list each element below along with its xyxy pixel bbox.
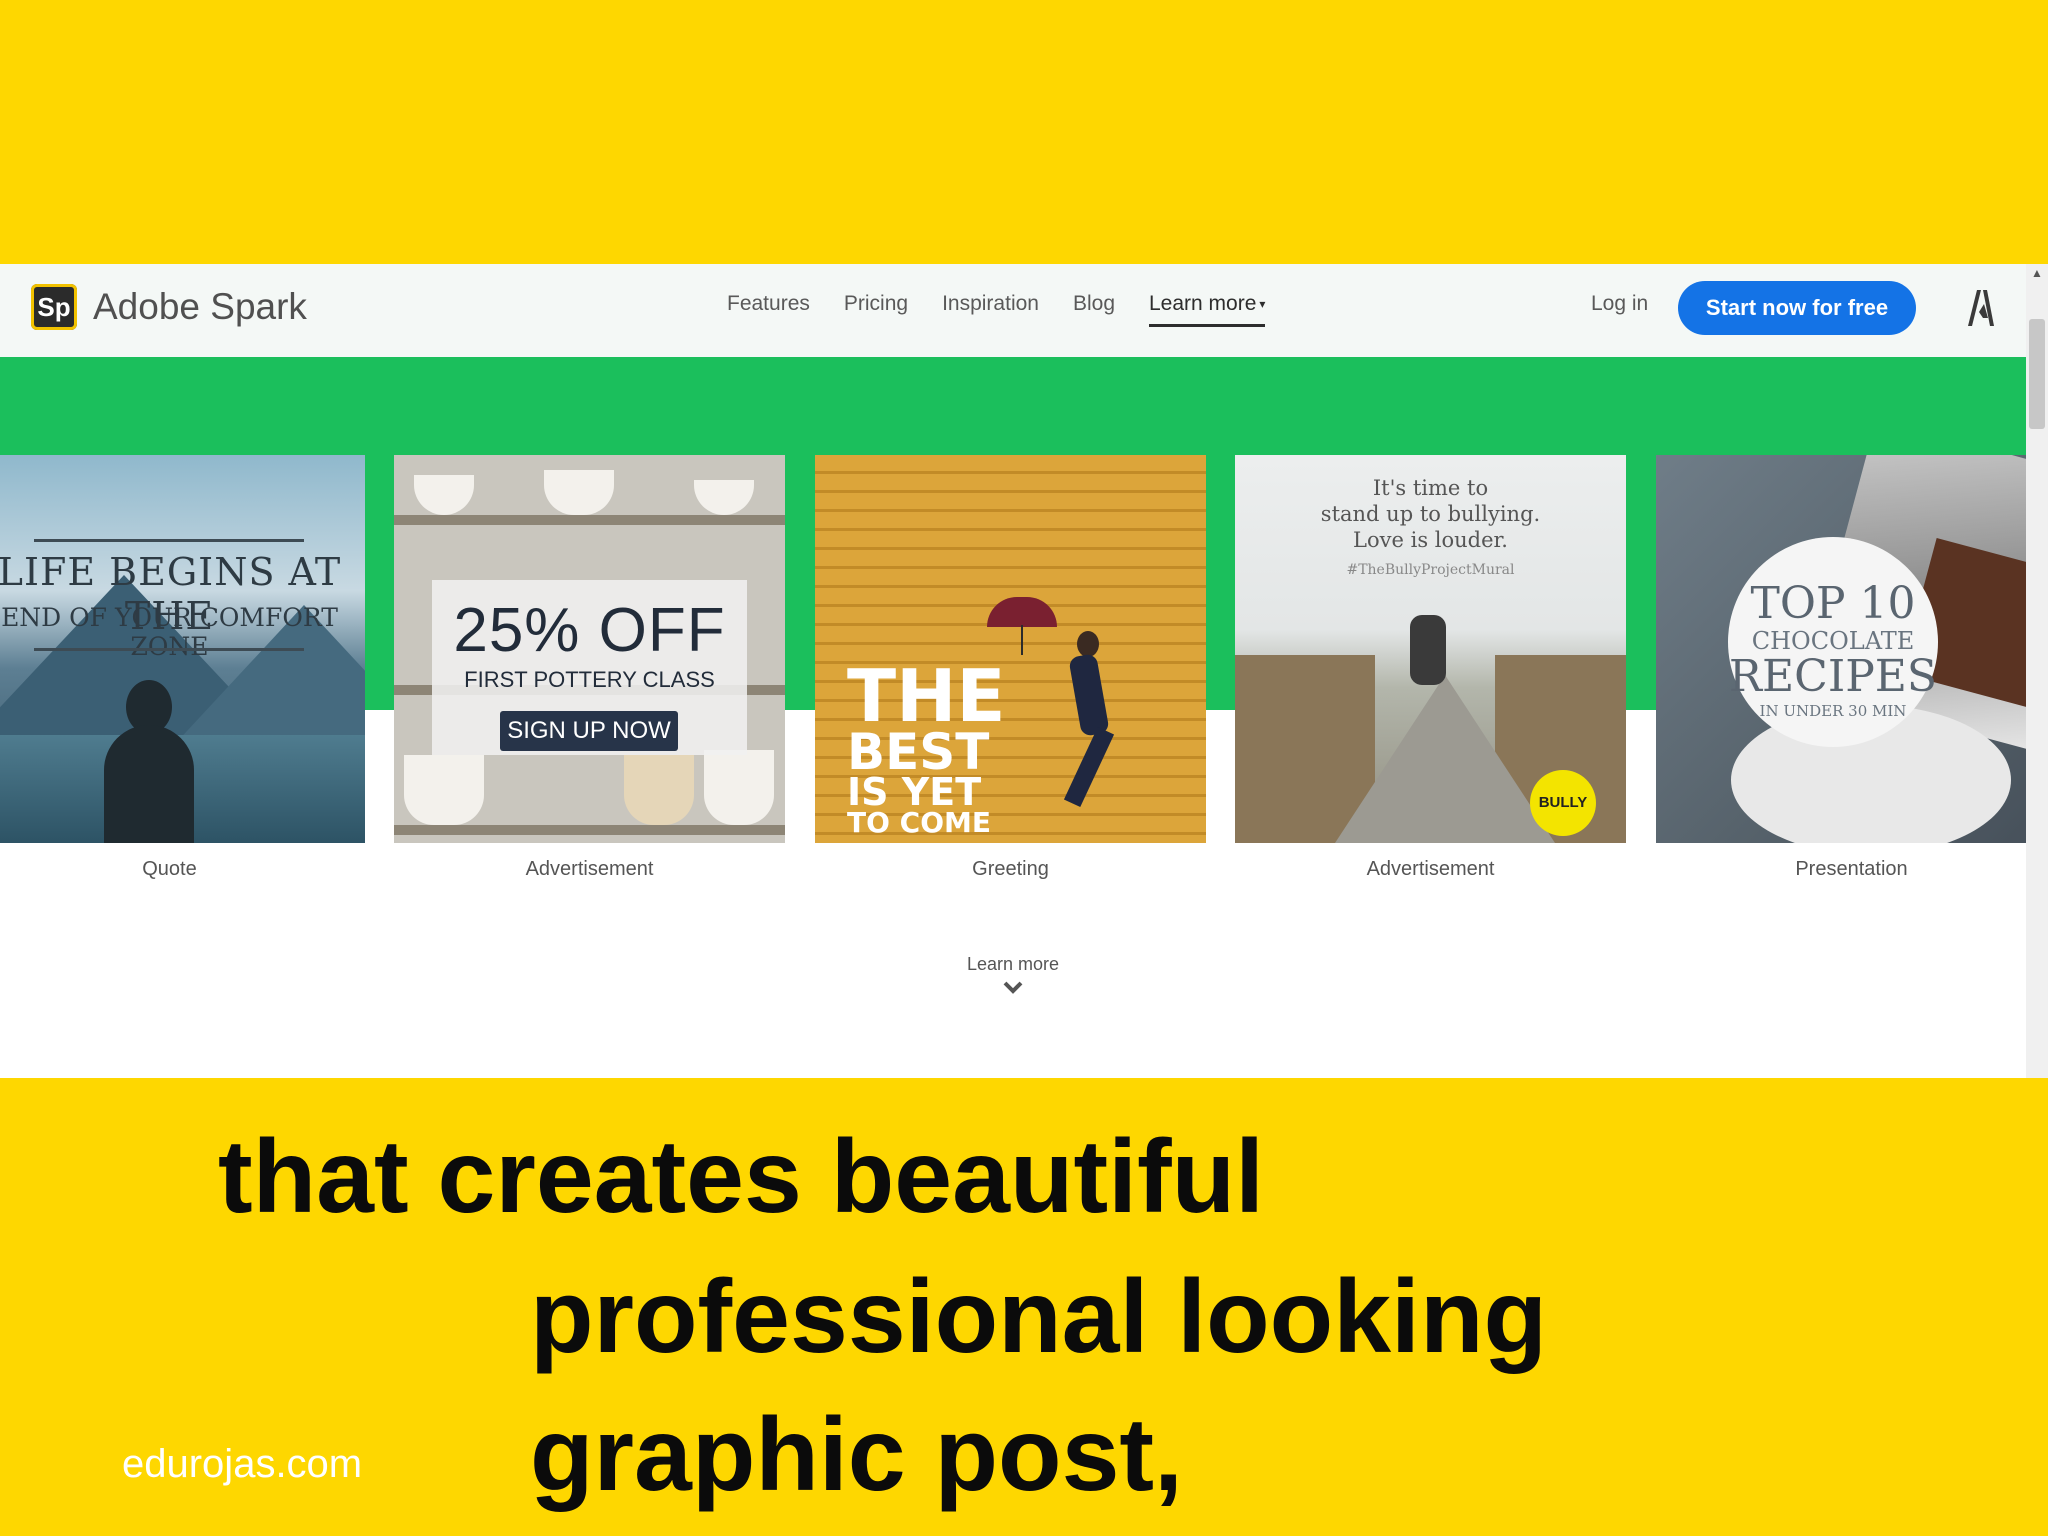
card-label-advertisement: Advertisement (525, 858, 654, 880)
caption-line-2: professional looking (530, 1259, 1547, 1375)
bully-message: It's time to stand up to bullying. Love … (1320, 476, 1541, 552)
adobe-icon[interactable] (1966, 288, 1996, 328)
template-card-advertisement-bully[interactable]: It's time to stand up to bullying. Love … (1235, 455, 1626, 843)
nav-inspiration[interactable]: Inspiration (942, 292, 1039, 327)
bully-project-badge: BULLY (1530, 770, 1596, 836)
bowl-icon (414, 475, 474, 515)
offer-subtitle: FIRST POTTERY CLASS (464, 667, 715, 692)
learn-more-link[interactable]: Learn more (0, 954, 2026, 975)
recipe-title-line-1: TOP 10 (1750, 578, 1916, 629)
nav-pricing[interactable]: Pricing (844, 292, 908, 327)
start-free-button[interactable]: Start now for free (1678, 281, 1916, 335)
card-label-greeting: Greeting (972, 858, 1049, 880)
walking-couple (1410, 615, 1446, 685)
caption-line-1: that creates beautiful (218, 1119, 1265, 1235)
template-card-greeting[interactable]: THE BEST IS YET TO COME (815, 455, 1206, 843)
bully-hashtag: #TheBullyProjectMural (1346, 562, 1515, 578)
scroll-up-arrow-icon[interactable]: ▲ (2031, 266, 2043, 280)
browser-screenshot: Sp Adobe Spark Features Pricing Inspirat… (0, 264, 2048, 1078)
main-nav: Features Pricing Inspiration Blog Learn … (727, 292, 1266, 327)
template-card-quote[interactable]: LIFE BEGINS AT THE END OF YOUR COMFORT Z… (0, 455, 365, 843)
site-header: Sp Adobe Spark Features Pricing Inspirat… (0, 264, 2026, 358)
template-card-presentation[interactable]: TOP 10 CHOCOLATE RECIPES IN UNDER 30 MIN (1656, 455, 2047, 843)
slide-top-band (0, 0, 2048, 264)
discount-text: 25% OFF (453, 596, 726, 665)
umbrella-icon (987, 597, 1057, 627)
card-label-presentation: Presentation (1795, 858, 1908, 880)
login-link[interactable]: Log in (1591, 292, 1648, 316)
scrollbar-thumb[interactable] (2029, 319, 2045, 429)
greeting-text: THE BEST IS YET TO COME (847, 654, 1006, 840)
adobe-spark-logo-icon[interactable]: Sp (31, 284, 77, 330)
caret-down-icon: ▾ (1259, 297, 1266, 312)
card-label-advertisement-2: Advertisement (1366, 858, 1495, 880)
caption-line-3: graphic post, (530, 1397, 1183, 1513)
nav-learn-more-label: Learn more (1149, 292, 1257, 315)
site-watermark: edurojas.com (122, 1442, 363, 1486)
site-title[interactable]: Adobe Spark (93, 286, 307, 328)
recipe-subtitle: IN UNDER 30 MIN (1759, 702, 1907, 720)
nav-blog[interactable]: Blog (1073, 292, 1115, 327)
quote-line-2: END OF YOUR COMFORT ZONE (1, 603, 338, 661)
jumping-person (1068, 653, 1110, 737)
card-label-quote: Quote (142, 858, 197, 880)
chevron-down-icon[interactable] (1001, 976, 1025, 1000)
sign-up-badge: SIGN UP NOW (500, 711, 678, 751)
template-card-advertisement-pottery[interactable]: 25% OFF FIRST POTTERY CLASS SIGN UP NOW (394, 455, 785, 843)
nav-learn-more[interactable]: Learn more ▾ (1149, 292, 1266, 327)
nav-features[interactable]: Features (727, 292, 810, 327)
recipe-title-line-3: RECIPES (1728, 651, 1938, 702)
slide-caption: that creates beautiful professional look… (0, 1078, 2048, 1536)
